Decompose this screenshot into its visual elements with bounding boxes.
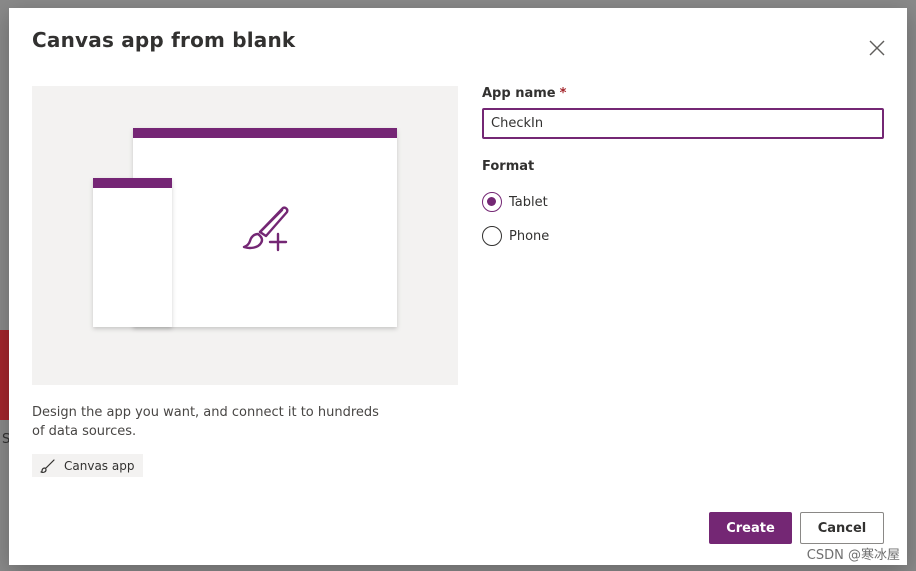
canvas-app-tag: Canvas app bbox=[32, 454, 144, 477]
app-preview-illustration bbox=[32, 86, 458, 385]
tag-label: Canvas app bbox=[64, 458, 135, 473]
radio-label-phone: Phone bbox=[509, 228, 550, 244]
dialog-description: Design the app you want, and connect it … bbox=[32, 405, 379, 439]
radio-phone-unchecked[interactable] bbox=[482, 226, 502, 246]
paintbrush-icon bbox=[40, 458, 55, 473]
radio-label-tablet: Tablet bbox=[509, 194, 548, 210]
close-button[interactable] bbox=[867, 38, 887, 58]
format-option-phone[interactable]: Phone bbox=[482, 226, 549, 246]
watermark: CSDN @寒冰屋 bbox=[806, 548, 900, 563]
required-indicator: * bbox=[559, 86, 567, 101]
format-label: Format bbox=[482, 159, 535, 174]
app-name-input[interactable] bbox=[482, 108, 884, 139]
dialog-title: Canvas app from blank bbox=[32, 28, 296, 52]
app-name-label: App name * bbox=[482, 86, 566, 101]
format-option-tablet[interactable]: Tablet bbox=[482, 192, 548, 212]
cancel-button[interactable]: Cancel bbox=[800, 512, 884, 544]
radio-tablet-checked[interactable] bbox=[482, 192, 502, 212]
preview-graphic bbox=[93, 128, 397, 327]
background-banner bbox=[0, 330, 9, 420]
close-icon bbox=[869, 40, 885, 56]
phone-frame bbox=[93, 178, 172, 327]
create-button[interactable]: Create bbox=[709, 512, 792, 544]
app-name-label-text: App name bbox=[482, 86, 556, 101]
canvas-app-dialog: Canvas app from blank Design the app you… bbox=[9, 8, 907, 565]
